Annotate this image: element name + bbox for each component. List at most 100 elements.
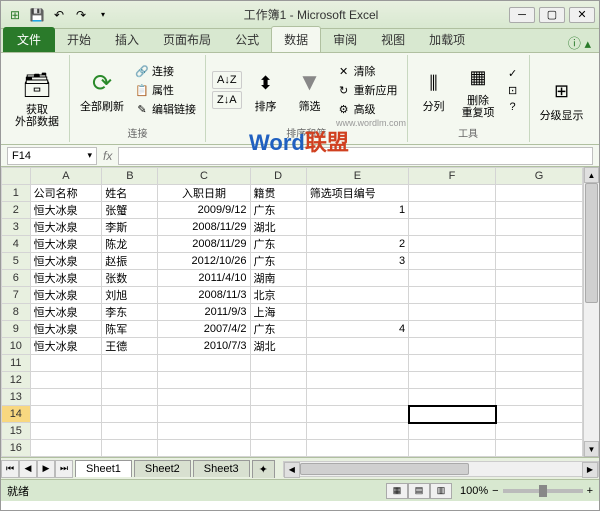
zoom-in-button[interactable]: + (587, 485, 593, 497)
cell[interactable]: 恒大冰泉 (30, 270, 102, 287)
close-button[interactable]: ✕ (569, 7, 595, 23)
cell[interactable] (409, 202, 496, 219)
scroll-right-button[interactable]: ▶ (582, 462, 598, 478)
remove-duplicates-button[interactable]: ▦ 删除 重复项 (458, 59, 499, 121)
cell[interactable] (496, 457, 583, 458)
sheet-nav-first[interactable]: ⏮ (1, 460, 19, 478)
cell[interactable] (102, 406, 158, 423)
row-header[interactable]: 1 (2, 185, 31, 202)
cell[interactable] (306, 270, 408, 287)
cell[interactable]: 广东 (250, 236, 306, 253)
cell[interactable]: 广东 (250, 321, 306, 338)
cell[interactable] (250, 406, 306, 423)
cell[interactable] (30, 457, 102, 458)
row-header[interactable]: 6 (2, 270, 31, 287)
cell[interactable]: 2 (306, 236, 408, 253)
cell[interactable] (409, 304, 496, 321)
data-validation-button[interactable]: ✓ (503, 65, 523, 81)
tab-review[interactable]: 审阅 (321, 27, 369, 52)
cell[interactable] (496, 219, 583, 236)
cell[interactable] (158, 372, 250, 389)
cell[interactable] (409, 185, 496, 202)
cell[interactable] (30, 406, 102, 423)
properties-button[interactable]: 📋属性 (132, 81, 199, 99)
cell[interactable] (496, 304, 583, 321)
cell[interactable]: 姓名 (102, 185, 158, 202)
reapply-button[interactable]: ↻重新应用 (334, 81, 401, 99)
cell[interactable] (496, 202, 583, 219)
text-to-columns-button[interactable]: ⫼ 分列 (414, 65, 454, 115)
row-header[interactable]: 11 (2, 355, 31, 372)
cell[interactable] (496, 440, 583, 457)
cell[interactable] (409, 389, 496, 406)
cell[interactable] (409, 270, 496, 287)
qat-dropdown-icon[interactable]: ▾ (93, 5, 113, 25)
cell[interactable] (250, 440, 306, 457)
cell[interactable]: 恒大冰泉 (30, 202, 102, 219)
zoom-thumb[interactable] (539, 485, 547, 497)
sheet-tab-1[interactable]: Sheet1 (75, 460, 132, 477)
cell[interactable] (409, 372, 496, 389)
fx-icon[interactable]: fx (103, 149, 112, 163)
cell[interactable] (409, 355, 496, 372)
scroll-down-button[interactable]: ▼ (584, 441, 599, 457)
cell[interactable] (158, 457, 250, 458)
select-all-corner[interactable] (2, 168, 31, 185)
tab-layout[interactable]: 页面布局 (151, 27, 223, 52)
cell[interactable]: 公司名称 (30, 185, 102, 202)
cell[interactable] (496, 321, 583, 338)
cell[interactable]: 恒大冰泉 (30, 236, 102, 253)
sort-desc-button[interactable]: Z↓A (212, 91, 242, 109)
cell[interactable]: 筛选项目编号 (306, 185, 408, 202)
cell[interactable] (496, 270, 583, 287)
tab-data[interactable]: 数据 (271, 26, 321, 52)
cell[interactable]: 2008/11/3 (158, 287, 250, 304)
cell[interactable] (30, 440, 102, 457)
cell[interactable] (306, 423, 408, 440)
cell[interactable]: 3 (306, 253, 408, 270)
new-sheet-button[interactable]: ✦ (252, 460, 275, 478)
sheet-nav-last[interactable]: ⏭ (55, 460, 73, 478)
tab-insert[interactable]: 插入 (103, 27, 151, 52)
cell[interactable] (306, 457, 408, 458)
cell[interactable] (250, 423, 306, 440)
cell[interactable] (306, 389, 408, 406)
cell[interactable] (158, 406, 250, 423)
cell[interactable]: 陈军 (102, 321, 158, 338)
cell[interactable] (102, 355, 158, 372)
col-header[interactable]: E (306, 168, 408, 185)
cell[interactable]: 恒大冰泉 (30, 321, 102, 338)
cell[interactable] (158, 389, 250, 406)
cell[interactable] (409, 253, 496, 270)
tab-home[interactable]: 开始 (55, 27, 103, 52)
cell[interactable]: 赵振 (102, 253, 158, 270)
view-pagebreak-button[interactable]: ▥ (430, 483, 452, 499)
scroll-left-button[interactable]: ◀ (284, 462, 300, 478)
cell[interactable] (102, 389, 158, 406)
cell[interactable]: 湖北 (250, 219, 306, 236)
row-header[interactable]: 3 (2, 219, 31, 236)
cell[interactable] (496, 423, 583, 440)
col-header[interactable]: G (496, 168, 583, 185)
cell[interactable] (409, 423, 496, 440)
sheet-tab-2[interactable]: Sheet2 (134, 460, 191, 477)
cell[interactable] (250, 372, 306, 389)
cell[interactable]: 4 (306, 321, 408, 338)
tab-view[interactable]: 视图 (369, 27, 417, 52)
cell[interactable]: 李东 (102, 304, 158, 321)
cell[interactable]: 恒大冰泉 (30, 253, 102, 270)
chevron-down-icon[interactable]: ▾ (87, 150, 92, 162)
row-header[interactable]: 14 (2, 406, 31, 423)
cell[interactable]: 2009/9/12 (158, 202, 250, 219)
cell[interactable] (102, 457, 158, 458)
cell[interactable]: 李斯 (102, 219, 158, 236)
scroll-thumb[interactable] (585, 183, 598, 303)
scroll-up-button[interactable]: ▲ (584, 167, 599, 183)
filter-button[interactable]: ▼ 筛选 (290, 65, 330, 115)
zoom-out-button[interactable]: − (492, 485, 498, 497)
row-header[interactable]: 5 (2, 253, 31, 270)
cell[interactable] (102, 423, 158, 440)
cell[interactable] (306, 440, 408, 457)
cell[interactable] (496, 338, 583, 355)
cell[interactable] (102, 440, 158, 457)
